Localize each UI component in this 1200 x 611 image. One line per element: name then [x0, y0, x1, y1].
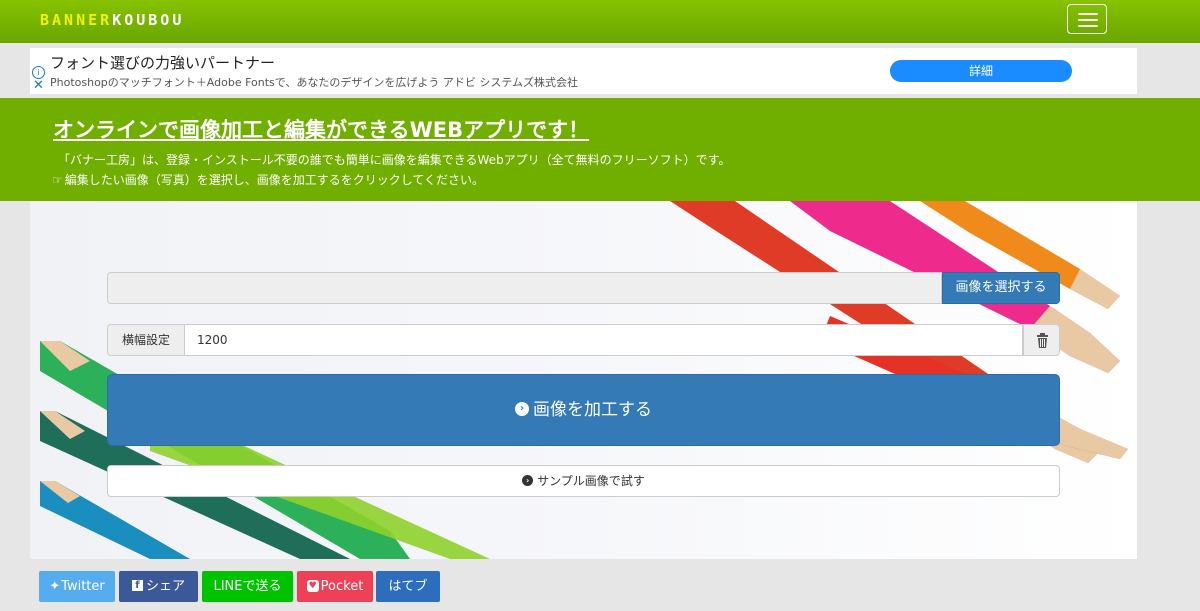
ad-subtitle[interactable]: Photoshopのマッチフォント＋Adobe Fontsで、あなたのデザインを…: [50, 74, 578, 90]
clear-width-button[interactable]: [1023, 324, 1060, 356]
hamburger-icon: [1078, 25, 1098, 27]
file-select-group: 画像を選択する: [107, 272, 1060, 304]
width-setting-label: 横幅設定: [107, 324, 185, 356]
hand-pointer-icon: ☞: [52, 173, 63, 187]
share-line-label: LINEで送る: [213, 579, 282, 594]
process-image-label: 画像を加工する: [533, 400, 652, 420]
image-upload-panel: 画像を選択する 横幅設定 1200 › 画像を加工する › サンプル画像で試す: [30, 201, 1137, 559]
share-twitter-label: Twitter: [61, 579, 105, 594]
arrow-circle-right-icon: ›: [515, 401, 529, 416]
facebook-icon: f: [131, 580, 143, 591]
ad-close-icon[interactable]: ✕: [33, 78, 44, 92]
share-pocket-label: Pocket: [320, 579, 364, 594]
hamburger-icon: [1078, 19, 1098, 21]
ad-detail-button[interactable]: 詳細: [890, 60, 1072, 82]
logo-part-banner: BANNER: [40, 11, 113, 29]
ad-banner[interactable]: i ✕ フォント選びの力強いパートナー Photoshopのマッチフォント＋Ad…: [30, 48, 1137, 94]
share-pocket-button[interactable]: ♥ Pocket: [297, 571, 373, 602]
hero-description: 「バナー工房」は、登録・インストール不要の誰でも簡単に画像を編集できるWebアプ…: [58, 153, 731, 167]
share-hatena-label: はてブ: [388, 579, 428, 594]
twitter-icon: ✦: [49, 579, 61, 594]
width-setting-group: 横幅設定 1200: [107, 324, 1060, 356]
share-facebook-button[interactable]: f シェア: [119, 571, 198, 602]
hero-instruction-text: 編集したい画像（写真）を選択し、画像を加工するをクリックしてください。: [64, 173, 485, 187]
try-sample-label: サンプル画像で試す: [537, 474, 645, 488]
trash-icon: [1037, 333, 1048, 348]
hero-instruction: ☞ 編集したい画像（写真）を選択し、画像を加工するをクリックしてください。: [52, 171, 484, 188]
share-hatena-button[interactable]: はてブ: [376, 571, 440, 602]
hero-section: オンラインで画像加工と編集ができるWEBアプリです！ 「バナー工房」は、登録・イ…: [0, 98, 1200, 201]
arrow-circle-right-icon: ›: [522, 475, 534, 486]
ad-title[interactable]: フォント選びの力強いパートナー: [50, 52, 275, 73]
menu-toggle-button[interactable]: [1067, 4, 1107, 34]
share-facebook-label: シェア: [145, 579, 185, 594]
logo-part-koubou: KOUBOU: [112, 11, 185, 29]
file-path-input[interactable]: [107, 272, 942, 304]
share-twitter-button[interactable]: ✦Twitter: [39, 571, 115, 602]
pocket-icon: ♥: [306, 579, 319, 592]
width-input[interactable]: 1200: [185, 324, 1023, 356]
page-title: オンラインで画像加工と編集ができるWEBアプリです！: [53, 118, 590, 142]
process-image-button[interactable]: › 画像を加工する: [107, 374, 1060, 446]
site-logo[interactable]: BANNERKOUBOU: [40, 11, 184, 29]
try-sample-button[interactable]: › サンプル画像で試す: [107, 465, 1060, 497]
top-navbar: BANNERKOUBOU: [0, 0, 1200, 43]
hamburger-icon: [1078, 13, 1098, 15]
share-line-button[interactable]: LINEで送る: [202, 571, 293, 602]
select-image-button[interactable]: 画像を選択する: [942, 272, 1060, 304]
